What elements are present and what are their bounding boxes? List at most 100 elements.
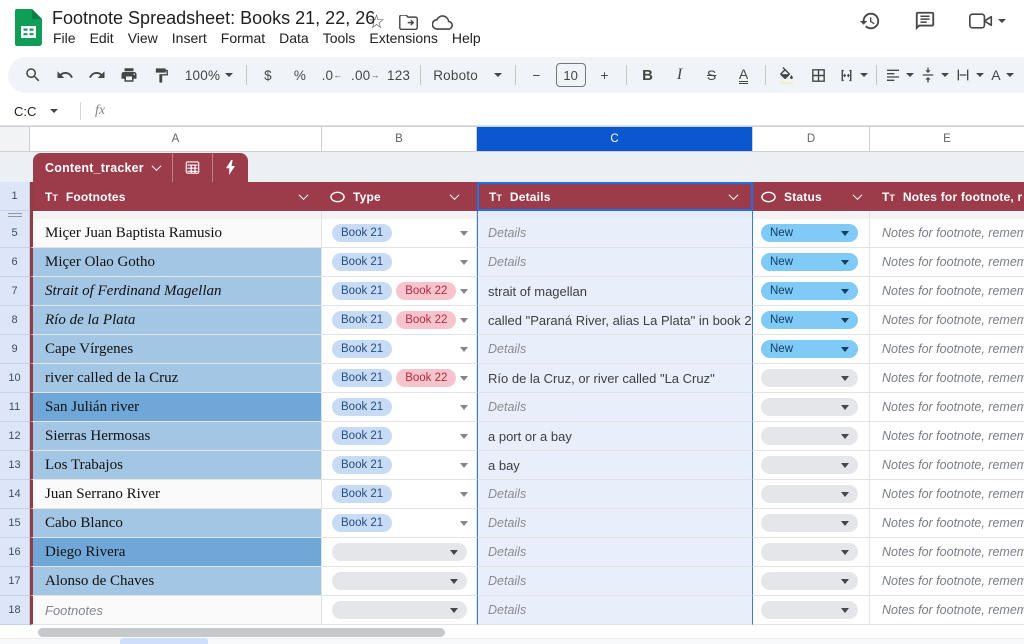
cell-notes[interactable]: Notes for footnote, remem	[870, 451, 1024, 480]
table-name-menu[interactable]: Content_tracker	[33, 153, 172, 182]
menu-insert[interactable]: Insert	[165, 28, 214, 48]
row-header[interactable]: 10	[0, 364, 30, 393]
header-cell-footnotes[interactable]: TT Footnotes	[30, 182, 322, 211]
type-chip[interactable]: Book 21	[332, 456, 392, 474]
cell-details[interactable]: Details	[477, 480, 753, 509]
cell-status[interactable]: New	[753, 219, 870, 248]
menu-format[interactable]: Format	[214, 28, 272, 48]
column-header-c-selected[interactable]: C	[477, 126, 753, 152]
type-dropdown[interactable]	[332, 601, 467, 619]
status-dropdown[interactable]	[761, 514, 858, 532]
merge-cells-button[interactable]	[838, 62, 868, 88]
cell-type[interactable]	[322, 538, 477, 567]
dropdown-arrow-icon[interactable]	[460, 405, 468, 410]
column-header-b[interactable]: B	[322, 126, 477, 152]
menu-extensions[interactable]: Extensions	[362, 28, 444, 48]
cell-notes[interactable]: Notes for footnote, remem	[870, 306, 1024, 335]
row-header[interactable]: 8	[0, 306, 30, 335]
cell-type[interactable]	[322, 596, 477, 625]
cell-notes[interactable]: Notes for footnote, remem	[870, 567, 1024, 596]
cell-footnote[interactable]: Cape Vírgenes	[30, 335, 322, 364]
cell-type[interactable]: Book 21	[322, 451, 477, 480]
cell-details[interactable]: a bay	[477, 451, 753, 480]
font-size-input[interactable]: 10	[556, 62, 586, 88]
cell-type[interactable]: Book 21Book 22	[322, 364, 477, 393]
cell-status[interactable]	[753, 393, 870, 422]
status-dropdown[interactable]	[761, 369, 858, 387]
cell-type[interactable]	[322, 567, 477, 596]
decrease-decimals-button[interactable]: .0←	[319, 62, 345, 88]
column-header-d[interactable]: D	[753, 126, 870, 152]
cell-details[interactable]: Details	[477, 248, 753, 277]
dropdown-arrow-icon[interactable]	[460, 231, 468, 236]
document-title[interactable]: Footnote Spreadsheet: Books 21, 22, 26	[52, 8, 375, 29]
redo-icon[interactable]	[84, 62, 110, 88]
cell-status[interactable]	[753, 422, 870, 451]
row-header-1[interactable]: 1	[0, 182, 30, 211]
cell-type[interactable]: Book 21	[322, 335, 477, 364]
header-cell-notes[interactable]: TT Notes for footnote, re	[870, 182, 1024, 211]
column-header-e[interactable]: E	[870, 126, 1024, 152]
video-call-icon[interactable]	[969, 12, 1006, 30]
cell-status[interactable]: New	[753, 277, 870, 306]
cell-status[interactable]	[753, 451, 870, 480]
type-chip[interactable]: Book 22	[396, 282, 456, 300]
type-chip[interactable]: Book 21	[332, 427, 392, 445]
format-percent-button[interactable]: %	[287, 62, 313, 88]
active-sheet-tab-edge[interactable]	[120, 638, 208, 644]
status-dropdown[interactable]: New	[761, 340, 858, 358]
cell-details[interactable]: called "Paraná River, alias La Plata" in…	[477, 306, 753, 335]
bold-button[interactable]: B	[635, 62, 661, 88]
row-header[interactable]: 11	[0, 393, 30, 422]
status-dropdown[interactable]	[761, 572, 858, 590]
chevron-down-icon[interactable]	[853, 190, 863, 200]
cell-status[interactable]	[753, 509, 870, 538]
type-chip[interactable]: Book 21	[332, 485, 392, 503]
cell-status[interactable]: New	[753, 335, 870, 364]
cell-details[interactable]: Details	[477, 596, 753, 625]
select-all-corner[interactable]	[0, 126, 30, 152]
cell-notes[interactable]: Notes for footnote, remem	[870, 596, 1024, 625]
cell-notes[interactable]: Notes for footnote, remem	[870, 480, 1024, 509]
cell-notes[interactable]: Notes for footnote, remem	[870, 277, 1024, 306]
type-chip[interactable]: Book 21	[332, 340, 392, 358]
cell-type[interactable]: Book 21	[322, 219, 477, 248]
menu-tools[interactable]: Tools	[316, 28, 363, 48]
text-rotation-button[interactable]: A	[990, 62, 1016, 88]
cell-footnote[interactable]: Cabo Blanco	[30, 509, 322, 538]
dropdown-arrow-icon[interactable]	[460, 289, 468, 294]
horizontal-align-button[interactable]	[885, 62, 914, 88]
cell-notes[interactable]: Notes for footnote, remem	[870, 248, 1024, 277]
status-dropdown[interactable]: New	[761, 224, 858, 242]
italic-button[interactable]: I	[667, 62, 693, 88]
dropdown-arrow-icon[interactable]	[460, 521, 468, 526]
row-header[interactable]: 5	[0, 219, 30, 248]
vertical-align-button[interactable]	[920, 62, 949, 88]
cell-details[interactable]: strait of magellan	[477, 277, 753, 306]
dropdown-arrow-icon[interactable]	[460, 318, 468, 323]
cell-footnote[interactable]: Río de la Plata	[30, 306, 322, 335]
type-dropdown[interactable]	[332, 572, 467, 590]
cell-footnote[interactable]: San Julián river	[30, 393, 322, 422]
more-formats-button[interactable]: 123	[386, 62, 412, 88]
row-header[interactable]: 18	[0, 596, 30, 625]
cell-footnote[interactable]: Alonso de Chaves	[30, 567, 322, 596]
table-quick-actions-icon[interactable]	[213, 153, 248, 182]
row-header[interactable]: 17	[0, 567, 30, 596]
type-chip[interactable]: Book 22	[396, 369, 456, 387]
menu-edit[interactable]: Edit	[83, 28, 121, 48]
cell-details[interactable]: Details	[477, 538, 753, 567]
row-header[interactable]: 14	[0, 480, 30, 509]
cell-footnote[interactable]: Miçer Juan Baptista Ramusio	[30, 219, 322, 248]
menu-view[interactable]: View	[121, 28, 165, 48]
column-header-a[interactable]: A	[30, 126, 322, 152]
cell-details[interactable]: a port or a bay	[477, 422, 753, 451]
cell-type[interactable]: Book 21Book 22	[322, 277, 477, 306]
name-box[interactable]: C:C	[0, 104, 70, 119]
status-dropdown[interactable]	[761, 543, 858, 561]
menu-file[interactable]: File	[46, 28, 83, 48]
format-currency-button[interactable]: $	[255, 62, 281, 88]
chevron-down-icon[interactable]	[299, 190, 309, 200]
comments-icon[interactable]	[914, 10, 936, 32]
dropdown-arrow-icon[interactable]	[460, 434, 468, 439]
